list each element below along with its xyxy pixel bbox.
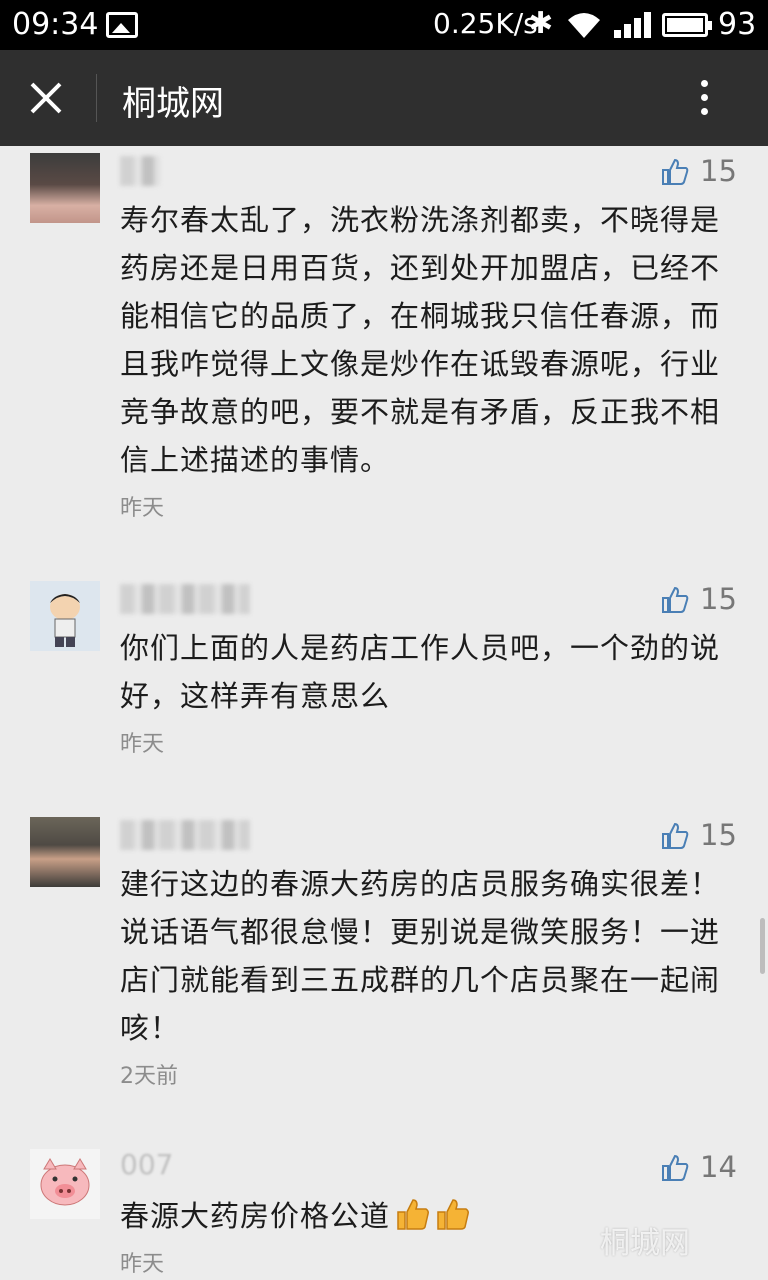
comment-text: 寿尔春太乱了，洗衣粉洗涤剂都卖，不晓得是药房还是日用百货，还到处开加盟店，已经不… — [120, 203, 721, 477]
comment-text: 你们上面的人是药店工作人员吧，一个劲的说好，这样弄有意思么 — [120, 631, 721, 713]
comment-time: 2天前 — [120, 1064, 178, 1089]
page-title: 桐城网 — [122, 84, 224, 124]
scrollbar[interactable] — [760, 918, 765, 974]
thumbs-up-icon — [662, 586, 689, 613]
close-icon[interactable] — [26, 78, 66, 118]
comment-text: 建行这边的春源大药房的店员服务确实很差！说话语气都很怠慢！更别说是微笑服务！一进… — [120, 867, 721, 1045]
wifi-icon — [568, 13, 600, 38]
thumbs-up-emoji-icon — [397, 1199, 430, 1230]
status-time: 09:34 — [12, 7, 99, 42]
battery-level: 93 — [718, 7, 757, 42]
title-divider — [96, 74, 97, 122]
watermark: 桐城网 — [600, 1226, 690, 1261]
like-button[interactable]: 14 — [660, 1150, 740, 1186]
title-bar: 桐城网 — [0, 50, 768, 146]
like-button[interactable]: 15 — [660, 582, 740, 618]
username-blurred[interactable] — [120, 156, 160, 186]
avatar[interactable] — [30, 1149, 100, 1219]
avatar[interactable] — [30, 817, 100, 887]
username-blurred[interactable] — [120, 820, 250, 850]
comment-time: 昨天 — [120, 1252, 165, 1277]
thumbs-up-emoji-icon — [437, 1199, 470, 1230]
avatar[interactable] — [30, 581, 100, 651]
cartoon-avatar-icon — [50, 594, 80, 647]
avatar[interactable] — [30, 153, 100, 223]
gallery-notification-icon — [106, 12, 138, 38]
like-count: 15 — [700, 818, 737, 852]
comment-time: 昨天 — [120, 732, 165, 757]
signal-icon — [614, 12, 651, 38]
thumbs-up-icon — [662, 158, 689, 185]
bluetooth-icon: ✱ — [528, 6, 554, 41]
like-button[interactable]: 15 — [660, 818, 740, 854]
status-bar: 09:34 0.25K/s ✱ 93 — [0, 0, 768, 50]
like-button[interactable]: 15 — [660, 154, 740, 190]
thumbs-up-icon — [662, 822, 689, 849]
comment-time: 昨天 — [120, 496, 165, 521]
network-speed: 0.25K/s — [433, 7, 538, 40]
username-blurred[interactable] — [120, 584, 250, 614]
like-count: 14 — [700, 1150, 737, 1184]
comment-list[interactable]: 15 寿尔春太乱了，洗衣粉洗涤剂都卖，不晓得是药房还是日用百货，还到处开加盟店，… — [0, 146, 768, 1280]
like-count: 15 — [700, 154, 737, 188]
thumbs-up-icon — [662, 1154, 689, 1181]
username[interactable]: 007 — [120, 1148, 173, 1181]
comment-text-content: 春源大药房价格公道 — [120, 1199, 391, 1233]
more-options-icon[interactable] — [690, 76, 718, 120]
battery-icon — [662, 13, 712, 37]
pig-avatar-icon — [40, 1158, 90, 1206]
like-count: 15 — [700, 582, 737, 616]
